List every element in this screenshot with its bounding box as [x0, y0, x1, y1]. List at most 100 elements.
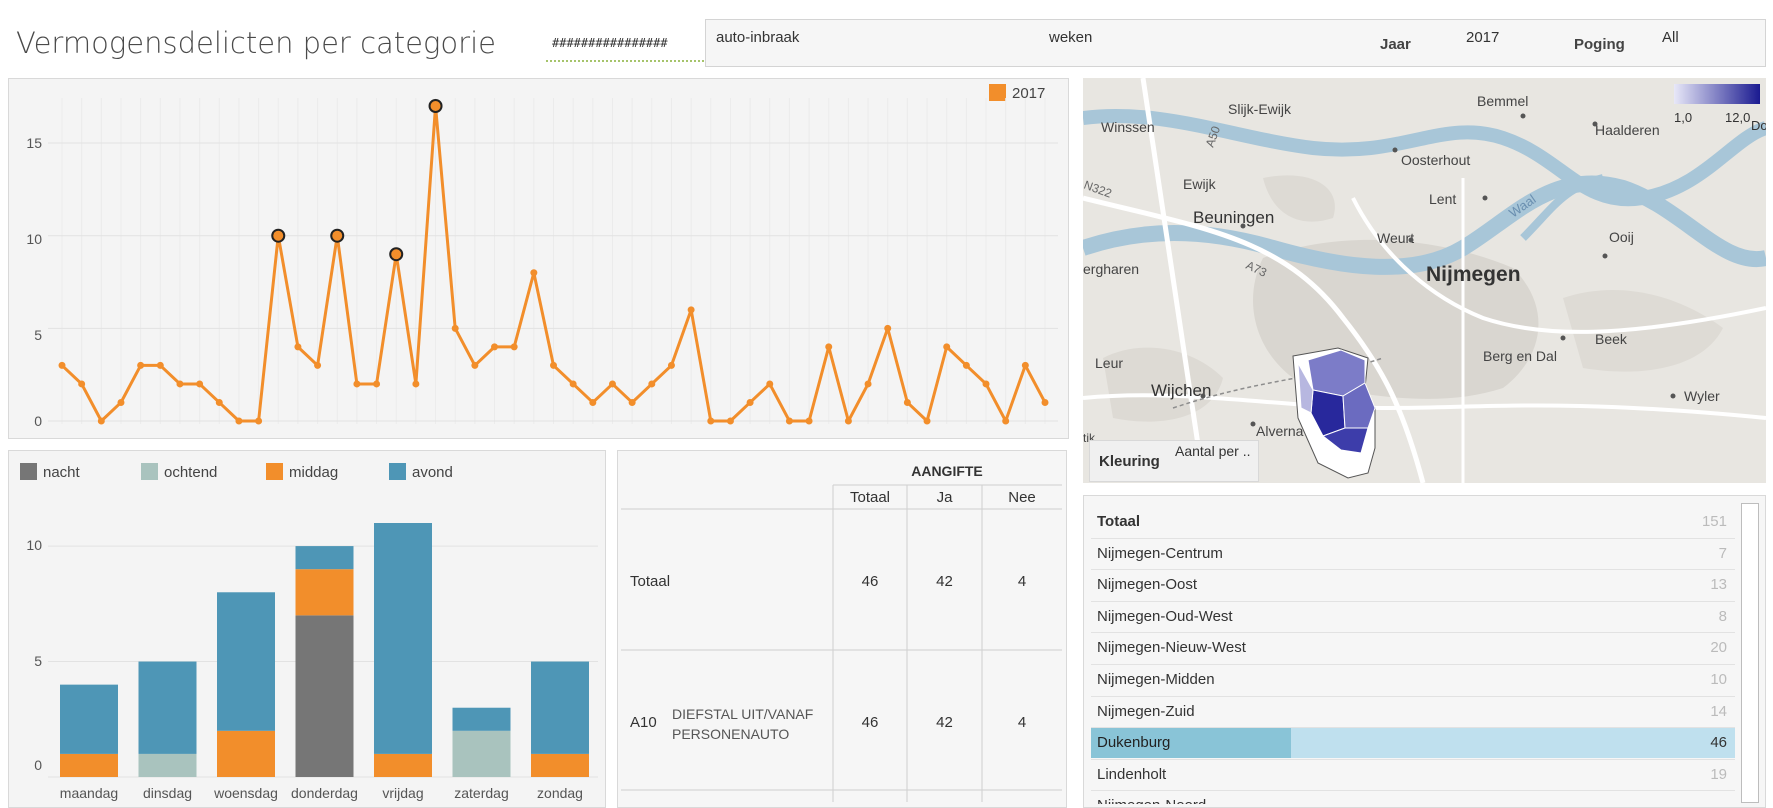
line-point[interactable] [314, 361, 322, 369]
year-filter-value[interactable]: 2017 [1466, 29, 1499, 46]
line-point[interactable] [550, 361, 557, 369]
line-point-highlighted[interactable] [330, 228, 345, 243]
map-coloring-box[interactable]: Kleuring Aantal per .. [1089, 440, 1259, 482]
district-count: 151 [1701, 513, 1727, 530]
line-point[interactable] [608, 380, 616, 388]
bar-segment-middag[interactable] [295, 569, 354, 616]
map-place-label: Ooij [1609, 229, 1634, 245]
line-point[interactable] [176, 380, 184, 388]
line-point[interactable] [235, 417, 243, 425]
line-point[interactable] [903, 398, 911, 406]
bar-segment-avond[interactable] [374, 523, 432, 754]
district-row[interactable]: Nijmegen-Midden 10 [1091, 665, 1735, 695]
table-col-header-totaal[interactable]: Totaal [833, 489, 907, 506]
district-name: Lindenholt [1097, 765, 1167, 783]
bar-segment-ochtend[interactable] [138, 753, 197, 777]
map-place-label: Lent [1429, 191, 1456, 207]
bar-segment-middag[interactable] [60, 753, 118, 777]
line-point[interactable] [530, 269, 538, 277]
period-filter[interactable]: weken [1049, 29, 1092, 46]
line-point[interactable] [667, 361, 675, 369]
line-point[interactable] [785, 417, 793, 425]
district-row[interactable]: Totaal 151 [1091, 507, 1735, 537]
bar-segment-middag[interactable] [531, 753, 589, 777]
map-place-label: Beuningen [1193, 208, 1274, 227]
line-point[interactable] [648, 380, 656, 388]
line-point[interactable] [707, 417, 715, 425]
bar-segment-middag[interactable] [217, 730, 275, 777]
map-place-label: Slijk-Ewijk [1228, 101, 1292, 117]
bar-segment-avond[interactable] [217, 592, 275, 731]
line-point[interactable] [884, 324, 892, 332]
bar-segment-avond[interactable] [138, 661, 197, 754]
bar-segment-avond[interactable] [60, 684, 118, 754]
line-point[interactable] [215, 398, 223, 406]
line-point[interactable] [746, 398, 754, 406]
district-row[interactable]: Lindenholt 19 [1091, 760, 1735, 790]
district-row[interactable]: Nijmegen-Noord [1091, 791, 1735, 804]
line-point[interactable] [137, 361, 145, 369]
line-point-highlighted[interactable] [271, 228, 286, 243]
line-point[interactable] [982, 380, 990, 388]
map-place-label: Winssen [1101, 119, 1155, 135]
line-point[interactable] [766, 380, 774, 388]
district-row[interactable]: Nijmegen-Oud-West 8 [1091, 602, 1735, 632]
line-point[interactable] [196, 380, 204, 388]
category-filter[interactable]: auto-inbraak [716, 29, 799, 46]
line-point[interactable] [353, 380, 361, 388]
list-scrollbar[interactable] [1741, 503, 1759, 803]
line-point[interactable] [589, 398, 597, 406]
line-point[interactable] [1021, 361, 1029, 369]
line-point[interactable] [156, 361, 164, 369]
line-point-highlighted[interactable] [389, 247, 404, 262]
line-point[interactable] [510, 343, 518, 351]
hash-field[interactable]: ################ [546, 22, 704, 62]
line-point[interactable] [412, 380, 420, 388]
line-point[interactable] [864, 380, 872, 388]
district-row[interactable]: Dukenburg 46 [1091, 728, 1735, 759]
line-point[interactable] [451, 324, 459, 332]
weekday-bar-chart[interactable] [8, 450, 606, 808]
line-point[interactable] [1002, 417, 1010, 425]
line-point[interactable] [687, 306, 695, 314]
line-point[interactable] [923, 417, 931, 425]
line-point[interactable] [825, 343, 833, 351]
line-point[interactable] [471, 361, 479, 369]
attempt-filter-value[interactable]: All [1662, 29, 1679, 46]
line-point[interactable] [58, 361, 66, 369]
bar-segment-middag[interactable] [374, 753, 432, 777]
line-point-highlighted[interactable] [428, 99, 443, 113]
line-point[interactable] [255, 417, 263, 425]
bar-segment-avond[interactable] [531, 661, 589, 754]
bar-segment-nacht[interactable] [295, 615, 354, 777]
line-point[interactable] [117, 398, 125, 406]
table-col-header-ja[interactable]: Ja [907, 489, 982, 506]
line-point[interactable] [569, 380, 577, 388]
district-row[interactable]: Nijmegen-Nieuw-West 20 [1091, 633, 1735, 663]
line-point[interactable] [78, 380, 86, 388]
district-name: Totaal [1097, 513, 1141, 530]
line-point[interactable] [962, 361, 970, 369]
table-group-header: AANGIFTE [911, 463, 983, 479]
district-row[interactable]: Nijmegen-Zuid 14 [1091, 697, 1735, 727]
line-point[interactable] [491, 343, 499, 351]
weekly-line-chart[interactable] [8, 78, 1069, 439]
line-point[interactable] [373, 380, 381, 388]
table-col-header-nee[interactable]: Nee [982, 489, 1062, 506]
line-point[interactable] [628, 398, 636, 406]
district-map[interactable]: Winssen Slijk-Ewijk Bemmel Haalderen Oos… [1083, 78, 1766, 483]
line-point[interactable] [294, 343, 302, 351]
line-point[interactable] [805, 417, 813, 425]
line-point[interactable] [943, 343, 951, 351]
bar-segment-ochtend[interactable] [452, 730, 511, 777]
table-row-a10-code: A10 [630, 714, 657, 731]
map-place-label: Bemmel [1477, 93, 1528, 109]
line-point[interactable] [97, 417, 105, 425]
bar-segment-avond[interactable] [295, 546, 354, 570]
line-point[interactable] [844, 417, 852, 425]
district-row[interactable]: Nijmegen-Oost 13 [1091, 570, 1735, 600]
bar-segment-avond[interactable] [452, 707, 511, 731]
line-point[interactable] [1041, 398, 1049, 406]
line-point[interactable] [726, 417, 734, 425]
district-row[interactable]: Nijmegen-Centrum 7 [1091, 539, 1735, 569]
